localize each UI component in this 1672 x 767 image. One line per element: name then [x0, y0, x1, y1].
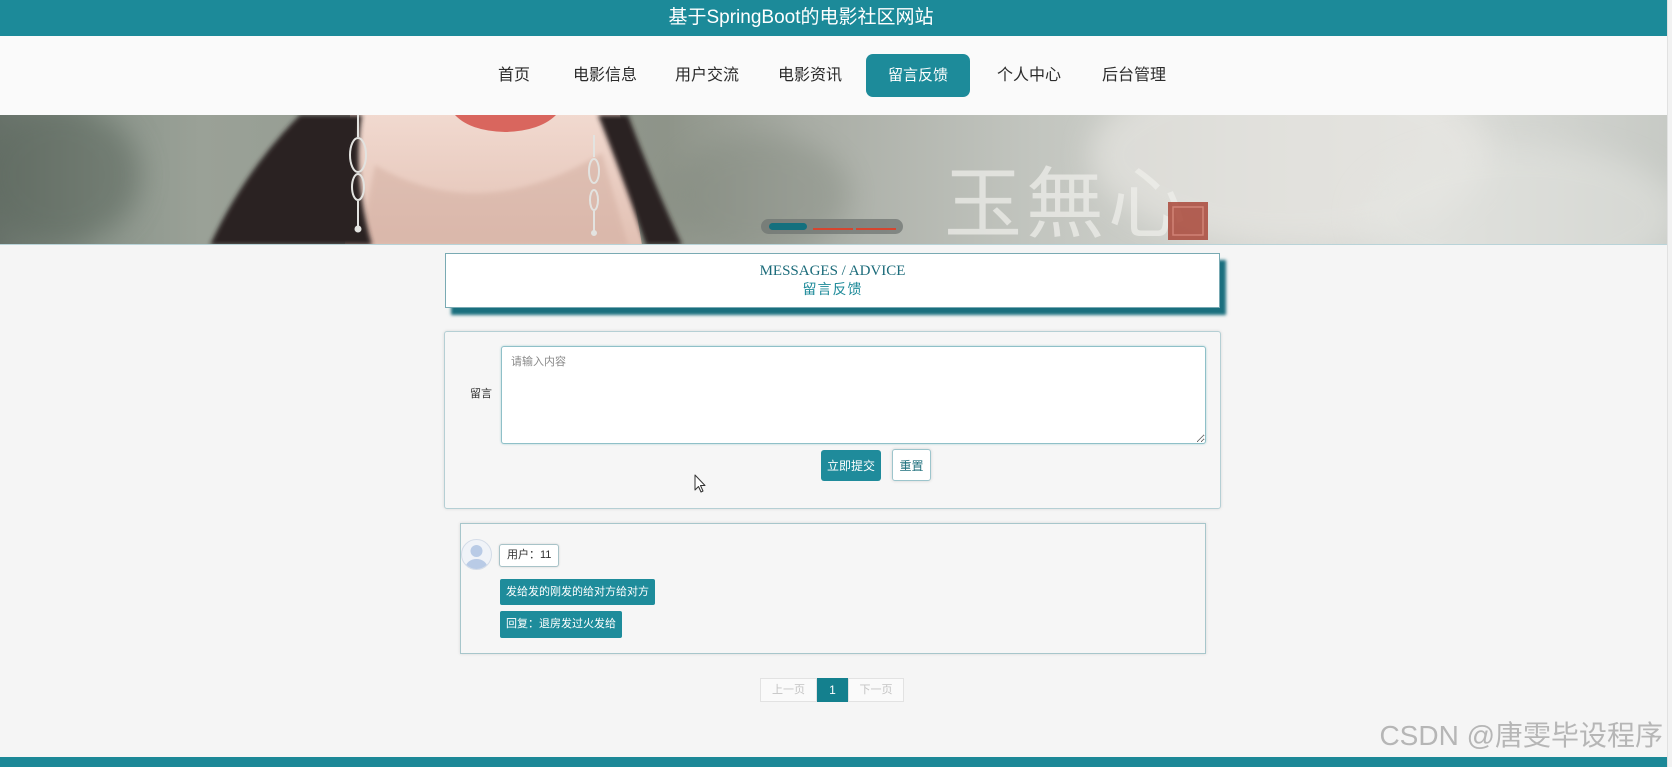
message-content: 发给发的刚发的给对方给对方 — [500, 579, 655, 605]
message-form: 留言 立即提交 重置 — [444, 331, 1221, 509]
mouse-cursor-icon — [694, 474, 706, 493]
carousel-dot-3[interactable] — [856, 228, 896, 230]
message-reply: 回复：退房发过火发给 — [500, 611, 622, 638]
reset-button[interactable]: 重置 — [892, 449, 931, 481]
message-textarea[interactable] — [501, 346, 1206, 444]
carousel-dot-2[interactable] — [813, 228, 853, 230]
avatar[interactable] — [461, 539, 492, 570]
main-nav: 首页 电影信息 用户交流 电影资讯 留言反馈 个人中心 后台管理 — [0, 36, 1667, 115]
message-username: 用户：11 — [499, 544, 560, 567]
section-title-english: MESSAGES / ADVICE — [759, 263, 906, 279]
nav-item-user-forum[interactable]: 用户交流 — [662, 54, 752, 97]
watermark: CSDN @唐雯毕设程序 — [1379, 720, 1663, 751]
nav-item-feedback[interactable]: 留言反馈 — [866, 54, 970, 97]
pagination: 上一页 1 下一页 — [760, 678, 904, 702]
banner-calligraphy: 玉無心 — [944, 161, 1190, 245]
page-scrollbar[interactable] — [1667, 0, 1672, 767]
carousel-dot-1[interactable] — [769, 223, 807, 230]
section-title-chinese: 留言反馈 — [802, 281, 863, 297]
nav-item-admin[interactable]: 后台管理 — [1089, 54, 1179, 97]
prev-page-button[interactable]: 上一页 — [760, 678, 817, 702]
site-title: 基于SpringBoot的电影社区网站 — [668, 7, 934, 28]
footer-bar — [0, 757, 1667, 767]
carousel-indicator — [761, 219, 903, 234]
current-page-button[interactable]: 1 — [817, 678, 848, 702]
top-header-bar: 基于SpringBoot的电影社区网站 — [0, 0, 1667, 36]
next-page-button[interactable]: 下一页 — [848, 678, 904, 702]
submit-button[interactable]: 立即提交 — [821, 450, 881, 481]
nav-item-movie-info[interactable]: 电影信息 — [560, 54, 650, 97]
section-title-box: MESSAGES / ADVICE 留言反馈 — [445, 253, 1220, 308]
nav-item-movie-news[interactable]: 电影资讯 — [765, 54, 855, 97]
message-list-item: 用户：11 发给发的刚发的给对方给对方 回复：退房发过火发给 — [460, 523, 1206, 654]
default-user-icon — [465, 545, 488, 569]
message-field-label: 留言 — [470, 388, 492, 400]
nav-item-profile[interactable]: 个人中心 — [984, 54, 1074, 97]
nav-item-home[interactable]: 首页 — [469, 54, 559, 97]
